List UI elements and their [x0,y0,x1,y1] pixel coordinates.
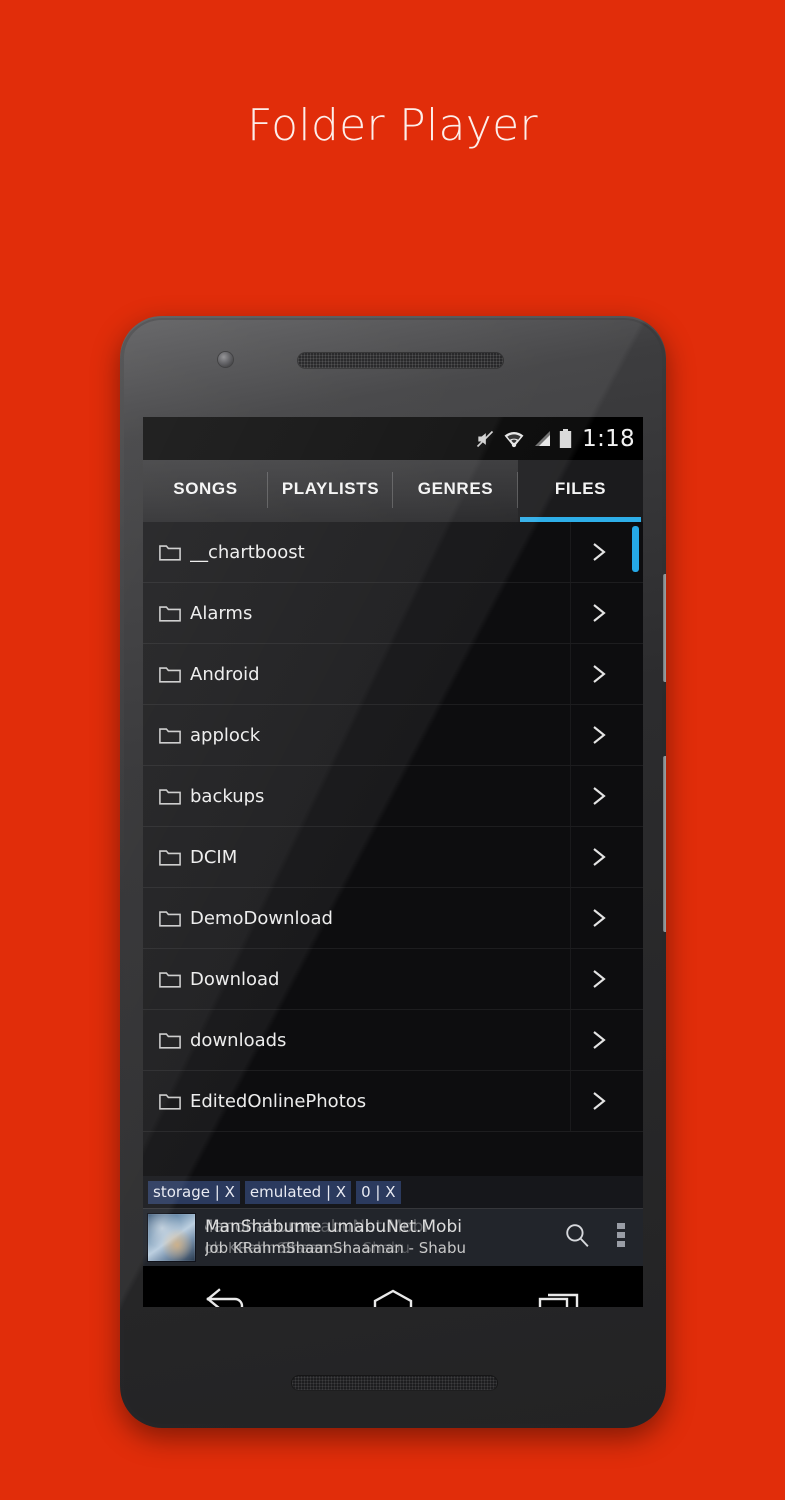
folder-icon [159,789,181,805]
chevron-right-icon[interactable] [591,1090,607,1112]
chevron-right-icon[interactable] [591,602,607,624]
chevron-right-icon[interactable] [591,907,607,929]
folder-icon [159,911,181,927]
status-bar: 1:18 [143,417,643,460]
table-row[interactable]: __chartboost [143,522,643,583]
breadcrumb-chip-storage[interactable]: storage | X [148,1180,240,1204]
battery-icon [559,428,572,449]
file-name: __chartboost [190,541,305,563]
album-art-thumbnail[interactable] [147,1213,196,1262]
tab-bar: SONGS PLAYLISTS GENRES FILES [143,460,643,522]
recents-button[interactable] [523,1280,597,1307]
folder-icon [159,728,181,744]
folder-icon [159,545,181,561]
file-name: EditedOnlinePhotos [190,1090,367,1112]
now-playing-title: Manohabume umabuNet.Mobi ManShabume umab… [205,1218,564,1238]
table-row[interactable]: EditedOnlinePhotos [143,1071,643,1132]
chevron-right-icon[interactable] [591,785,607,807]
tab-playlists[interactable]: PLAYLISTS [268,460,393,522]
chevron-right-icon[interactable] [591,846,607,868]
tab-files[interactable]: FILES [518,460,643,522]
file-name: downloads [190,1029,287,1051]
chevron-right-icon[interactable] [591,663,607,685]
table-row[interactable]: downloads [143,1010,643,1071]
search-icon[interactable] [564,1222,591,1254]
front-camera-icon [218,352,233,367]
now-playing-artist: Job KRahmShaan Shaaman - Shabu Job KRahm… [205,1240,564,1258]
table-row[interactable]: Android [143,644,643,705]
signal-icon [533,430,551,447]
table-row[interactable]: backups [143,766,643,827]
now-playing-title-main: ManShabume umabuNet.Mobi [205,1217,462,1237]
now-playing-bar[interactable]: Manohabume umabuNet.Mobi ManShabume umab… [143,1209,643,1266]
tab-genres[interactable]: GENRES [393,460,518,522]
chevron-right-icon[interactable] [591,541,607,563]
table-row[interactable]: applock [143,705,643,766]
phone-device-frame: 1:18 SONGS PLAYLISTS GENRES FILES __char… [120,316,666,1428]
home-button[interactable] [356,1280,430,1307]
folder-icon [159,1094,181,1110]
bottom-speaker-grill [292,1376,497,1390]
mute-icon [475,429,495,449]
now-playing-artist-main: Job KRahmShaanShaaman - Shabu [205,1239,466,1257]
breadcrumb-chip-0[interactable]: 0 | X [356,1180,401,1204]
folder-icon [159,667,181,683]
status-bar-clock: 1:18 [582,425,635,452]
back-button[interactable] [189,1280,263,1307]
power-button[interactable] [663,574,666,682]
file-list[interactable]: __chartboost Alarms Android applock back… [143,522,643,1176]
volume-rocker-button[interactable] [663,756,666,932]
file-name: Download [190,968,280,990]
folder-icon [159,850,181,866]
file-name: DCIM [190,846,238,868]
android-navigation-bar [143,1266,643,1307]
now-playing-text: Manohabume umabuNet.Mobi ManShabume umab… [205,1218,564,1258]
breadcrumb: storage | X emulated | X 0 | X [143,1176,643,1209]
file-name: Android [190,663,260,685]
chevron-right-icon[interactable] [591,1029,607,1051]
file-name: DemoDownload [190,907,333,929]
folder-icon [159,1033,181,1049]
file-name: applock [190,724,261,746]
wifi-icon [503,430,525,448]
scrollbar-thumb[interactable] [632,526,639,572]
chevron-right-icon[interactable] [591,724,607,746]
chevron-right-icon[interactable] [591,968,607,990]
table-row[interactable]: DCIM [143,827,643,888]
tab-songs[interactable]: SONGS [143,460,268,522]
table-row[interactable]: Alarms [143,583,643,644]
file-name: Alarms [190,602,253,624]
folder-icon [159,606,181,622]
earpiece-speaker-grill [298,353,503,368]
folder-icon [159,972,181,988]
table-row[interactable]: Download [143,949,643,1010]
phone-screen: 1:18 SONGS PLAYLISTS GENRES FILES __char… [143,417,643,1307]
file-name: backups [190,785,265,807]
overflow-menu-icon[interactable] [617,1221,625,1254]
page-title: Folder Player [247,100,538,151]
table-row[interactable]: DemoDownload [143,888,643,949]
breadcrumb-chip-emulated[interactable]: emulated | X [244,1180,352,1204]
